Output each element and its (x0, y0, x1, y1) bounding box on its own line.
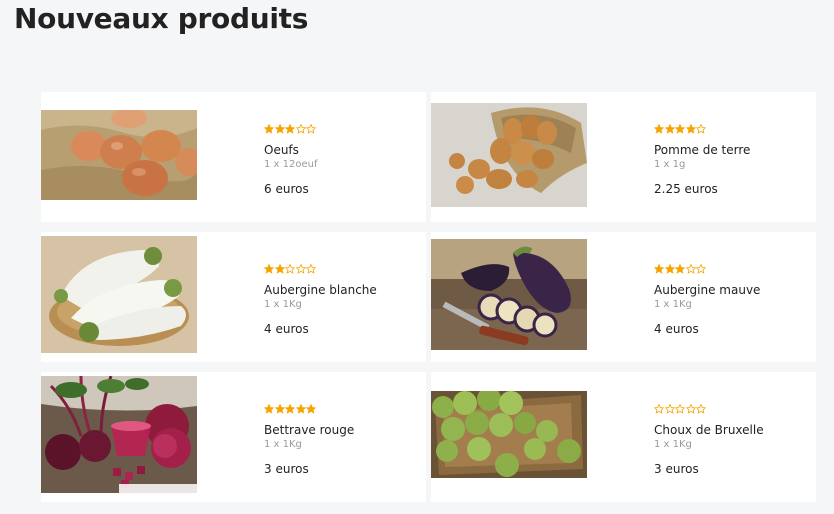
star-filled-icon (274, 404, 285, 414)
star-empty-icon (285, 264, 295, 274)
product-name[interactable]: Aubergine mauve (654, 283, 804, 297)
star-empty-icon (306, 264, 316, 274)
star-empty-icon (306, 124, 316, 134)
product-card[interactable]: Bettrave rouge 1 x 1Kg 3 euros (41, 372, 426, 502)
product-quantity: 1 x 1Kg (264, 299, 302, 310)
star-filled-icon (274, 264, 285, 274)
product-card[interactable]: Aubergine blanche 1 x 1Kg 4 euros (41, 232, 426, 362)
star-empty-icon (696, 404, 706, 414)
product-price: 4 euros (264, 322, 309, 336)
star-empty-icon (696, 264, 706, 274)
page-title: Nouveaux produits (14, 2, 309, 35)
rating-stars (654, 264, 804, 275)
product-card[interactable]: Choux de Bruxelle 1 x 1Kg 3 euros (431, 372, 816, 502)
product-name[interactable]: Aubergine blanche (264, 283, 414, 297)
product-image-brussels-sprouts[interactable] (431, 391, 587, 478)
star-empty-icon (675, 404, 685, 414)
star-filled-icon (264, 124, 274, 134)
star-filled-icon (285, 124, 295, 134)
product-image-white-eggplant[interactable] (41, 236, 197, 353)
product-name[interactable]: Bettrave rouge (264, 423, 414, 437)
star-empty-icon (696, 124, 706, 134)
product-price: 2.25 euros (654, 182, 718, 196)
star-empty-icon (685, 404, 696, 414)
product-card[interactable]: Pomme de terre 1 x 1g 2.25 euros (431, 92, 816, 222)
star-filled-icon (285, 404, 295, 414)
product-image-purple-eggplant[interactable] (431, 239, 587, 350)
star-empty-icon (685, 264, 696, 274)
star-filled-icon (264, 404, 274, 414)
star-empty-icon (654, 404, 664, 414)
product-name[interactable]: Choux de Bruxelle (654, 423, 804, 437)
product-price: 4 euros (654, 322, 699, 336)
star-filled-icon (654, 264, 664, 274)
star-empty-icon (664, 404, 675, 414)
star-filled-icon (654, 124, 664, 134)
product-image-potatoes[interactable] (431, 103, 587, 207)
product-price: 3 euros (264, 462, 309, 476)
product-image-eggs[interactable] (41, 110, 197, 200)
product-price: 3 euros (654, 462, 699, 476)
product-card[interactable]: Oeufs 1 x 12oeuf 6 euros (41, 92, 426, 222)
star-filled-icon (264, 264, 274, 274)
product-quantity: 1 x 1g (654, 159, 686, 170)
rating-stars (264, 264, 414, 275)
product-card[interactable]: Aubergine mauve 1 x 1Kg 4 euros (431, 232, 816, 362)
product-price: 6 euros (264, 182, 309, 196)
star-empty-icon (295, 264, 306, 274)
product-name[interactable]: Pomme de terre (654, 143, 804, 157)
rating-stars (654, 124, 804, 135)
star-empty-icon (295, 124, 306, 134)
product-quantity: 1 x 1Kg (654, 439, 692, 450)
product-name[interactable]: Oeufs (264, 143, 414, 157)
product-image-beetroot[interactable] (41, 376, 197, 493)
star-filled-icon (675, 124, 685, 134)
star-filled-icon (664, 264, 675, 274)
product-quantity: 1 x 1Kg (264, 439, 302, 450)
rating-stars (264, 404, 414, 415)
star-filled-icon (306, 404, 316, 414)
star-filled-icon (295, 404, 306, 414)
star-filled-icon (274, 124, 285, 134)
product-quantity: 1 x 12oeuf (264, 159, 318, 170)
rating-stars (264, 124, 414, 135)
product-quantity: 1 x 1Kg (654, 299, 692, 310)
rating-stars (654, 404, 804, 415)
star-filled-icon (664, 124, 675, 134)
star-filled-icon (685, 124, 696, 134)
star-filled-icon (675, 264, 685, 274)
